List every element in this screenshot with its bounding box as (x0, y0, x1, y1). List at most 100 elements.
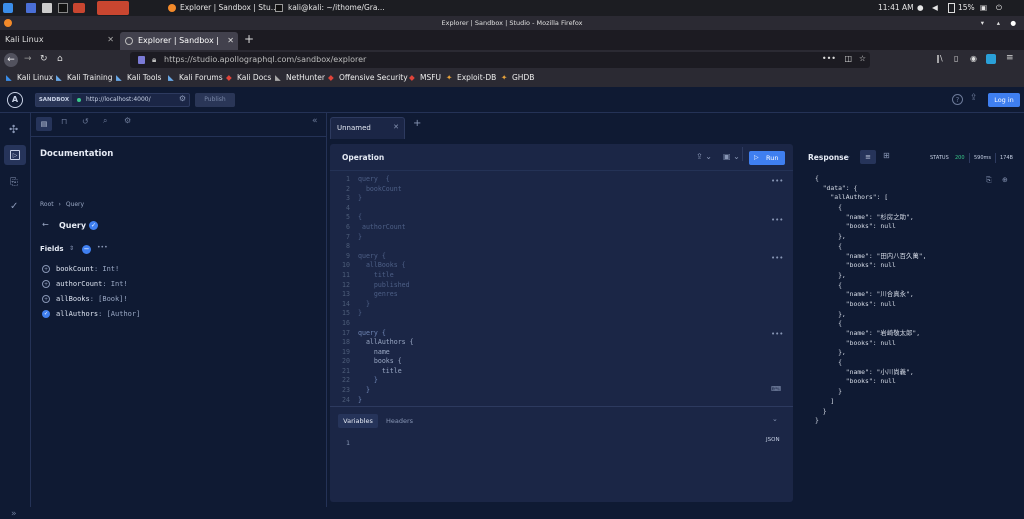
maximize-icon[interactable]: ▴ (997, 16, 1000, 30)
editor-line[interactable]: 15} (334, 309, 754, 319)
editor-line[interactable]: 3} (334, 194, 754, 204)
bookmark-kali-linux[interactable]: Kali Linux (17, 73, 53, 82)
tab-variables[interactable]: Variables (338, 414, 378, 428)
editor-line[interactable]: 8 (334, 242, 754, 252)
bookmark-kali-tools[interactable]: Kali Tools (127, 73, 161, 82)
bookmark-offensive-security[interactable]: Offensive Security (339, 73, 408, 82)
sidebar-icon[interactable]: ▯ (954, 54, 958, 63)
reload-icon[interactable]: ↻ (40, 54, 48, 64)
add-field-icon[interactable]: + (42, 295, 50, 303)
close-window-icon[interactable]: ● (1010, 16, 1016, 30)
menu-icon[interactable]: ≡ (1006, 53, 1014, 63)
notification-icon[interactable]: ● (917, 3, 924, 12)
editor-line[interactable]: 1 query { (334, 175, 754, 185)
bookmark-kali-forums[interactable]: Kali Forums (179, 73, 223, 82)
pocket-icon[interactable]: ◫ (844, 54, 852, 63)
field-row[interactable]: + allBooks: [Book]! (42, 292, 302, 307)
field-selected-check-icon[interactable]: ✓ (42, 310, 50, 318)
workspace-icon[interactable] (26, 3, 36, 13)
extension-icon[interactable] (986, 54, 996, 64)
bookmark-kali-docs[interactable]: Kali Docs (237, 73, 271, 82)
bookmark-nethunter[interactable]: NetHunter (286, 73, 325, 82)
files-icon[interactable] (42, 3, 52, 13)
close-tab-icon[interactable]: ✕ (393, 123, 399, 131)
run-button[interactable]: ▷ Run (749, 151, 785, 165)
save-operation-icon[interactable]: ▣ ⌄ (723, 152, 740, 161)
sort-icon[interactable]: ⇕ (69, 245, 74, 252)
volume-icon[interactable]: ◀ (932, 3, 938, 12)
library-icon[interactable]: ‖\ (936, 54, 943, 63)
tab-unnamed[interactable]: Unnamed ✕ (330, 117, 405, 139)
bookmark-star-icon[interactable]: ☆ (859, 54, 866, 63)
bookmark-icon[interactable]: ⊓ (61, 117, 67, 126)
url-text[interactable]: https://studio.apollographql.com/sandbox… (164, 55, 366, 64)
documents-icon[interactable]: ⎘ (10, 177, 18, 188)
endpoint-box[interactable]: SANDBOX http://localhost:4000/ ⚙ (35, 93, 190, 107)
apollo-logo-icon[interactable]: A (7, 92, 23, 108)
response-body-icon[interactable]: ≡ (860, 150, 876, 164)
fields-more-icon[interactable]: ••• (97, 244, 108, 251)
editor-line[interactable]: 24} (334, 396, 754, 406)
collapse-panel-icon[interactable]: « (312, 116, 318, 126)
expand-icon[interactable]: ⊕ (1002, 176, 1008, 184)
editor-line[interactable]: 6 authorCount (334, 223, 754, 233)
minimize-icon[interactable]: ▾ (981, 16, 984, 30)
field-row[interactable]: ✓ allAuthors: [Author] (42, 307, 302, 322)
bookmark-exploit-db[interactable]: Exploit-DB (457, 73, 496, 82)
clock[interactable]: 11:41 AM (878, 3, 914, 12)
editor-line[interactable]: 22 } (334, 376, 754, 386)
battery-icon[interactable] (948, 3, 955, 13)
collapse-variables-icon[interactable]: ⌄ (772, 415, 778, 423)
bookmark-msfu[interactable]: MSFU (420, 73, 441, 82)
lock-icon[interactable]: 🔒︎ (152, 55, 156, 65)
add-field-icon[interactable]: + (42, 280, 50, 288)
share-operation-icon[interactable]: ⇪ ⌄ (696, 152, 712, 161)
add-tab-icon[interactable]: + (413, 118, 421, 129)
tab-headers[interactable]: Headers (386, 417, 413, 425)
docs-tab-icon[interactable]: ▤ (36, 117, 52, 131)
account-icon[interactable]: ◉ (970, 54, 977, 63)
history-icon[interactable]: ↺ (82, 117, 89, 126)
response-dropdown-icon[interactable]: ⌄ (845, 152, 851, 160)
field-row[interactable]: + authorCount: Int! (42, 277, 302, 292)
operation-editor[interactable]: 1 query {2 bookCount 3} 4 5{6 authorCount 7} 8… (334, 175, 754, 405)
search-icon[interactable]: ⌕ (103, 116, 107, 126)
task-terminal[interactable]: kali@kali: ~/ithome/Gra... (288, 3, 385, 12)
kali-menu-icon[interactable] (3, 3, 13, 13)
forward-icon[interactable]: → (24, 54, 32, 64)
copy-icon[interactable]: ⎘ (986, 176, 992, 185)
editor-line[interactable]: 21 title (334, 367, 754, 377)
back-arrow-icon[interactable]: ← (42, 220, 49, 229)
editor-line[interactable]: 7} (334, 233, 754, 243)
tab-explorer[interactable]: Explorer | Sandbox | Studi ✕ (120, 32, 238, 63)
editor-line[interactable]: 14 } (334, 300, 754, 310)
editor-line[interactable]: 18 allAuthors { (334, 338, 754, 348)
editor-line[interactable]: 23 } (334, 386, 754, 396)
field-row[interactable]: + bookCount: Int! (42, 262, 302, 277)
home-icon[interactable]: ⌂ (57, 54, 63, 64)
editor-line[interactable]: 19 name (334, 348, 754, 358)
editor-line[interactable]: 12 published (334, 281, 754, 291)
lock-icon[interactable]: ▣ (980, 3, 987, 12)
editor-line[interactable]: 10 allBooks { (334, 261, 754, 271)
editor-line[interactable]: 11 title (334, 271, 754, 281)
shield-icon[interactable] (138, 56, 145, 64)
response-title[interactable]: Response (808, 153, 849, 162)
response-table-icon[interactable]: ⊞ (883, 151, 890, 160)
url-bar[interactable]: 🔒︎ https://studio.apollographql.com/sand… (130, 52, 870, 68)
task-firefox[interactable]: Explorer | Sandbox | Stu... (180, 3, 278, 12)
schema-graph-icon[interactable]: ✣ (9, 123, 18, 136)
login-button[interactable]: Log in (988, 93, 1020, 107)
breadcrumb-root[interactable]: Root (40, 201, 54, 208)
editor-line[interactable]: 13 genres (334, 290, 754, 300)
response-json[interactable]: { "data": { "allAuthors": [ { "name": "杉… (815, 174, 985, 426)
block-menu-icon[interactable]: ••• (771, 330, 783, 338)
settings-gear-icon[interactable]: ⚙ (179, 94, 186, 103)
power-icon[interactable]: ⏻ (996, 3, 1002, 13)
endpoint-url[interactable]: http://localhost:4000/ (86, 96, 151, 103)
checks-icon[interactable]: ✓ (10, 201, 18, 212)
help-icon[interactable]: ? (952, 94, 963, 105)
terminal-icon[interactable] (58, 3, 68, 13)
active-window-indicator[interactable] (97, 1, 129, 15)
editor-line[interactable]: 4 (334, 204, 754, 214)
